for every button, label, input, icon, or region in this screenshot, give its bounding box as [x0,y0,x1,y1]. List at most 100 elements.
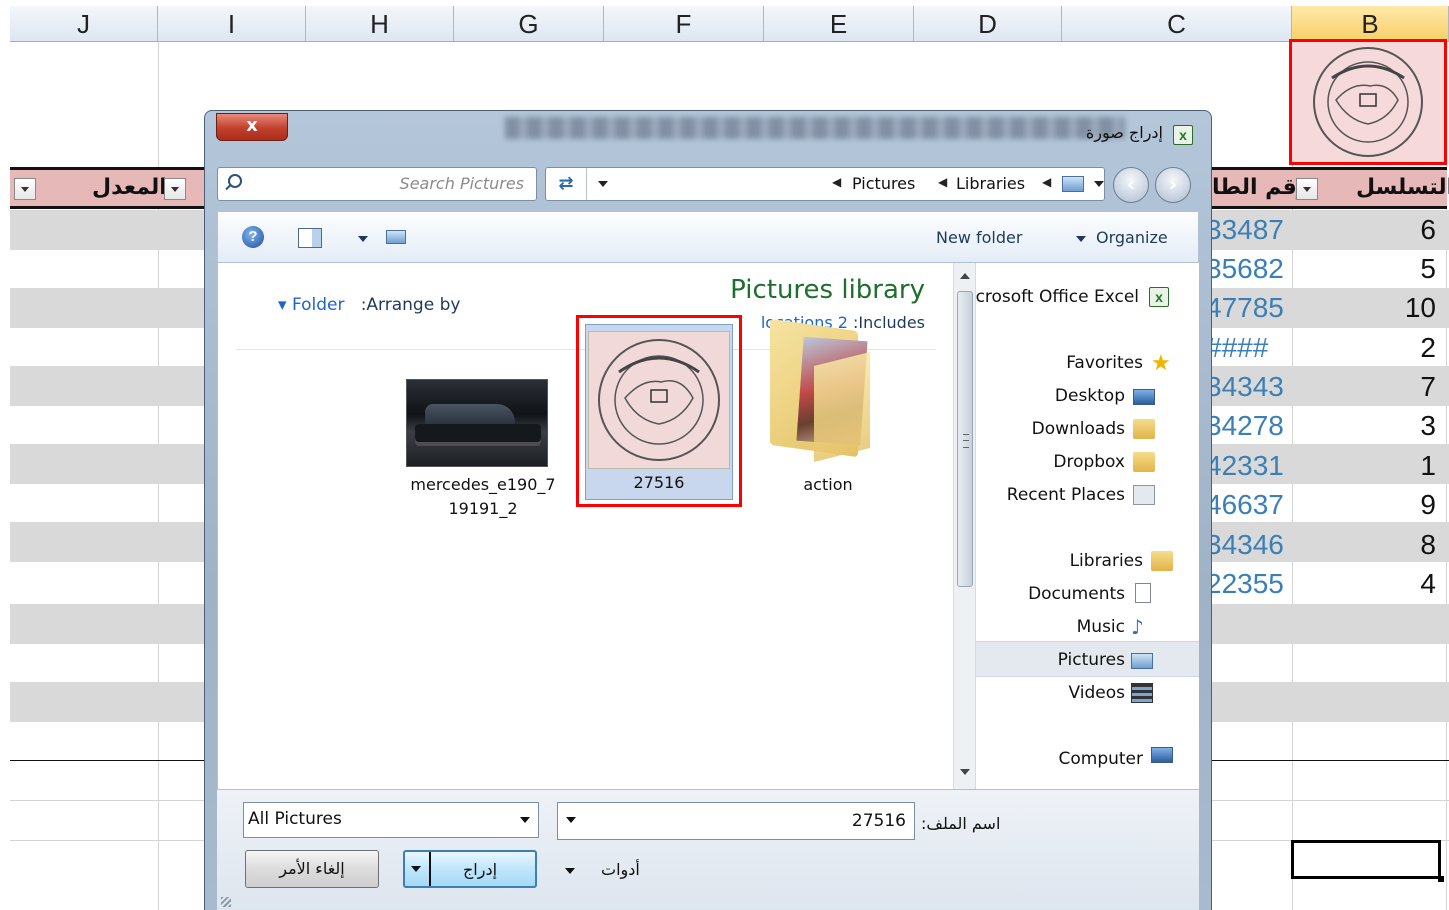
dialog-footer: اسم الملف: 27516 All Pictures أدوات إدرا… [217,789,1199,910]
scroll-up-icon[interactable] [960,273,970,279]
dialog-titlebar[interactable]: x إدراج صورة x [205,111,1211,159]
column-header-j[interactable]: J [10,6,158,42]
breadcrumb-libraries[interactable]: Libraries [956,174,1025,193]
nav-item-libraries[interactable]: Libraries [1070,551,1143,571]
cell-serial[interactable]: 8 [1380,529,1436,561]
column-header-c[interactable]: C [1062,6,1292,42]
change-view-icon[interactable] [386,230,406,244]
filename-value: 27516 [851,811,906,831]
cell-student-id[interactable]: 22355 [1206,568,1284,600]
folder-icon[interactable] [770,318,880,462]
chevron-down-icon[interactable] [1076,236,1086,242]
nav-item-desktop[interactable]: Desktop [1055,386,1125,406]
resize-grip[interactable] [221,897,231,907]
help-icon[interactable]: ? [242,226,264,248]
car-photo-thumbnail[interactable] [406,379,548,467]
file-name-line[interactable]: 19191_2 [398,499,568,518]
cell-student-id[interactable]: 42331 [1206,450,1284,482]
chevron-down-icon[interactable] [566,817,576,823]
breadcrumb-separator-icon[interactable]: ◀ [832,175,841,189]
nav-item-documents[interactable]: Documents [1028,584,1125,604]
column-header-i[interactable]: I [158,6,306,42]
preview-pane-icon[interactable] [298,228,322,248]
cell-student-id[interactable]: 34346 [1206,529,1284,561]
breadcrumb-separator-icon[interactable]: ◀ [1042,175,1051,189]
desktop-icon [1133,389,1155,405]
cell-student-id[interactable]: 46637 [1206,489,1284,521]
cell-serial[interactable]: 7 [1380,371,1436,403]
column-header-f[interactable]: F [604,6,764,42]
file-name-line[interactable]: mercedes_e190_7 [398,475,568,494]
column-header-h[interactable]: H [306,6,454,42]
cancel-button[interactable]: إلغاء الأمر [245,850,379,888]
cell-student-id[interactable]: 33487 [1206,214,1284,246]
chevron-down-icon[interactable] [520,817,530,823]
refresh-icon[interactable]: ⇄ [546,168,587,200]
address-bar[interactable]: ⇄ ◀ Pictures ◀ Libraries ◀ [545,167,1105,201]
nav-item-favorites[interactable]: Favorites [1066,353,1143,373]
cell-serial[interactable]: 10 [1380,292,1436,324]
cell-student-id[interactable]: 34343 [1206,371,1284,403]
chevron-down-icon[interactable] [1094,181,1104,187]
tools-label[interactable]: أدوات [601,860,640,879]
organize-button[interactable]: Organize [1096,228,1168,247]
vertical-scrollbar[interactable] [954,263,976,789]
filter-dropdown-button[interactable] [164,178,186,200]
arrange-dropdown[interactable]: ▾ Folder [278,295,344,315]
nav-item-dropbox[interactable]: Dropbox [1053,452,1125,472]
cell-serial[interactable]: 1 [1380,450,1436,482]
cell-serial[interactable]: 3 [1380,410,1436,442]
chevron-down-icon[interactable] [411,866,421,872]
scroll-down-icon[interactable] [960,769,970,775]
cell-student-id[interactable]: 47785 [1206,292,1284,324]
videos-icon [1131,683,1153,703]
cell-student-id[interactable]: 35682 [1206,253,1284,285]
file-name: 27516 [633,473,685,492]
nav-item-music[interactable]: Music [1077,617,1125,637]
file-list[interactable]: Pictures library locations 2 :Includes ▾… [217,263,953,789]
cell-student-id[interactable]: 34278 [1206,410,1284,442]
folder-name[interactable]: action [778,475,878,494]
nav-item-pictures[interactable]: Pictures [1058,650,1125,670]
inserted-university-logo[interactable] [1289,39,1447,165]
excel-icon: x [1173,125,1193,145]
scrollbar-thumb[interactable] [957,291,973,587]
back-button[interactable]: ‹ [1113,167,1149,203]
search-input[interactable]: Search Pictures [217,167,537,201]
pictures-library-icon [1062,176,1084,192]
close-button[interactable]: x [216,113,288,141]
column-header-b[interactable]: B [1292,6,1449,42]
filter-dropdown-button[interactable] [1296,178,1318,200]
forward-button[interactable]: › [1155,167,1191,203]
nav-item-recent-places[interactable]: Recent Places [1007,485,1125,505]
music-icon: ♪ [1131,615,1144,639]
insert-button[interactable]: إدراج [403,850,537,888]
breadcrumb-pictures[interactable]: Pictures [852,174,915,193]
cell-serial[interactable]: 9 [1380,489,1436,521]
chevron-down-icon[interactable] [565,868,575,874]
cell-serial[interactable]: 2 [1380,332,1436,364]
nav-item-excel[interactable]: crosoft Office Excel [976,287,1139,307]
filename-input[interactable]: 27516 [557,802,915,840]
filter-dropdown-button[interactable] [14,178,36,200]
nav-item-videos[interactable]: Videos [1069,683,1126,703]
cell-serial[interactable]: 5 [1380,253,1436,285]
column-header-d[interactable]: D [914,6,1062,42]
selected-file-27516[interactable]: 27516 [576,315,742,507]
cell-student-id[interactable]: #### [1206,332,1268,364]
column-header-e[interactable]: E [764,6,914,42]
nav-item-computer[interactable]: Computer [1058,749,1143,769]
cell-serial[interactable]: 4 [1380,568,1436,600]
breadcrumb-separator-icon[interactable]: ◀ [938,175,947,189]
header-serial: التسلسل [1356,175,1449,200]
cell-serial[interactable]: 6 [1380,214,1436,246]
chevron-down-icon[interactable] [358,236,368,242]
pictures-icon [1131,653,1153,669]
file-type-select[interactable]: All Pictures [243,802,539,838]
chevron-down-icon[interactable] [598,181,608,187]
seal-icon [598,339,720,461]
nav-item-downloads[interactable]: Downloads [1032,419,1125,439]
new-folder-button[interactable]: New folder [936,228,1022,247]
active-cell[interactable] [1291,840,1444,882]
column-header-g[interactable]: G [454,6,604,42]
